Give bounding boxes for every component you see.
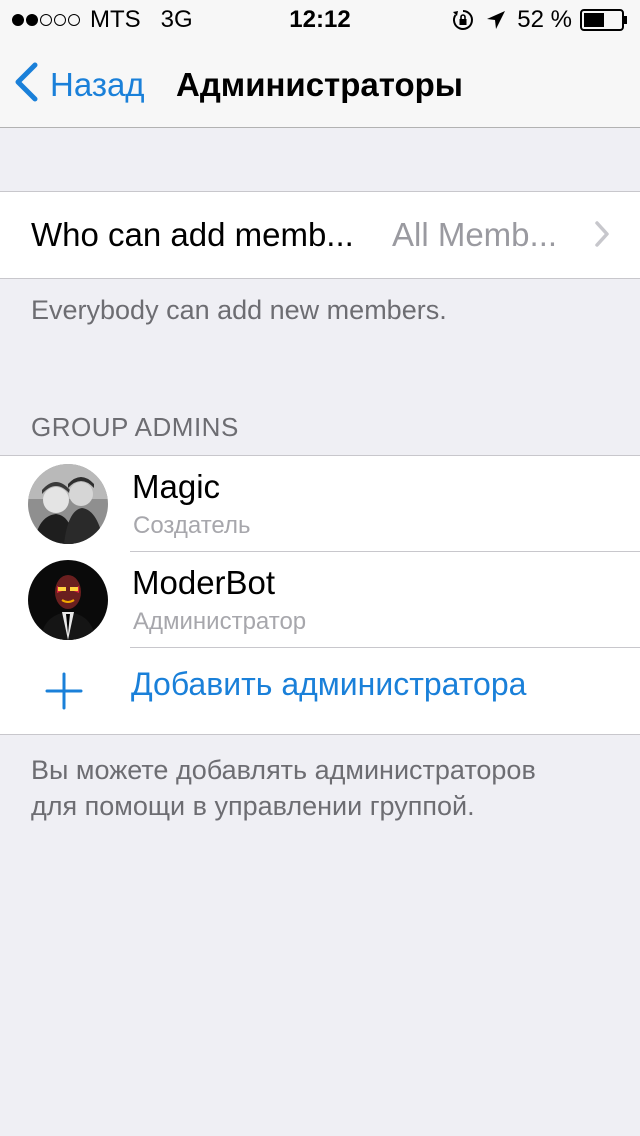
battery-percentage: 52 % [517,6,572,33]
chevron-left-icon [14,62,38,107]
who-can-add-members-row[interactable]: Who can add memb... All Memb... [0,191,640,279]
status-bar: MTS 3G 12:12 52 % [0,0,640,40]
admins-footnote-line1: Вы можете добавлять администраторов [31,755,536,785]
chevron-right-icon [594,220,610,253]
page-title: Администраторы [176,66,463,103]
location-arrow-icon [485,9,507,31]
back-button[interactable]: Назад [14,62,145,107]
members-footnote: Everybody can add new members. [31,295,447,325]
add-admin-label: Добавить администратора [131,666,527,702]
plus-icon [45,672,83,715]
avatar [28,560,108,640]
avatar [28,464,108,544]
admin-name: Magic [132,468,221,505]
admins-footnote: Вы можете добавлять администраторов для … [31,752,536,824]
admin-name: ModerBot [132,564,276,601]
section-header-group-admins: GROUP ADMINS [31,412,239,442]
status-right: 52 % [451,6,628,34]
add-admin-button[interactable]: Добавить администратора [0,648,640,734]
admin-row-moderbot[interactable]: ModerBot Администратор [0,552,640,648]
admins-list: Magic Создатель ModerBot Администратор Д… [0,455,640,735]
navigation-bar: Назад Администраторы [0,40,640,128]
admin-row-magic[interactable]: Magic Создатель [0,456,640,552]
setting-value: All Memb... [392,216,558,253]
admin-role: Создатель [133,512,251,539]
back-label: Назад [50,65,145,103]
rotation-lock-icon [451,8,475,32]
battery-icon [580,9,628,31]
admin-role: Администратор [133,608,307,635]
admins-footnote-line2: для помощи в управлении группой. [31,791,475,821]
setting-label: Who can add memb... [31,216,354,253]
